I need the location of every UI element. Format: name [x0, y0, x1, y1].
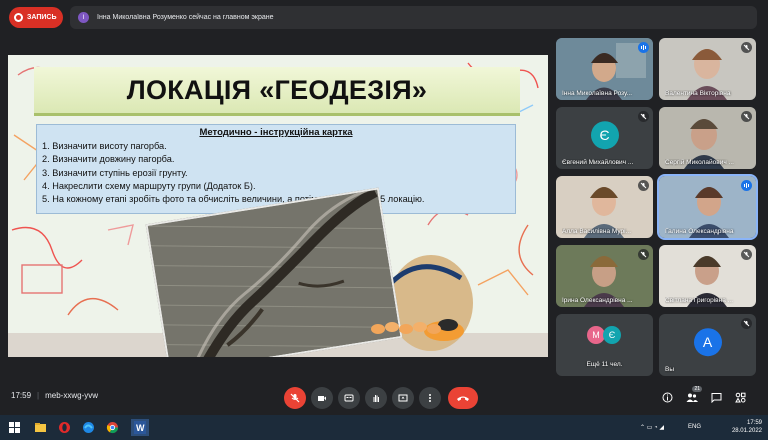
participant-name: Вы — [665, 366, 675, 373]
present-icon — [398, 394, 408, 402]
system-clock[interactable]: 17:59 28.01.2022 — [732, 419, 762, 435]
presenting-notification: І Інна Миколаївна Розуменко сейчас на гл… — [70, 6, 757, 29]
participant-tile[interactable]: Світлана Григорівна ... — [659, 245, 756, 307]
presenter-avatar: І — [78, 12, 89, 23]
mic-off-icon — [741, 318, 752, 329]
mic-off-icon — [638, 111, 649, 122]
speaking-icon — [741, 180, 752, 191]
participant-name: Світлана Григорівна ... — [665, 297, 734, 304]
svg-text:W: W — [136, 423, 145, 433]
participant-tile[interactable]: Сергій Миколайович ... — [659, 107, 756, 169]
participant-avatar: Є — [590, 121, 619, 150]
more-participants-tile[interactable]: М Є Ещё 11 чел. — [556, 314, 653, 376]
camera-icon — [318, 396, 326, 401]
word-icon[interactable]: W — [131, 419, 149, 436]
present-screen-button[interactable] — [392, 387, 414, 409]
speaking-icon — [638, 42, 649, 53]
clock: 17:59 — [11, 391, 32, 400]
hang-up-icon — [457, 396, 469, 401]
participant-name: Сергій Миколайович ... — [665, 159, 734, 166]
hand-icon — [373, 395, 379, 402]
notification-text: Інна Миколаївна Розуменко сейчас на глав… — [97, 14, 274, 21]
participant-name: Інна Миколаївна Розу... — [562, 90, 633, 97]
tray-icons[interactable]: ⌃ ▭ ◔ ◢ — [640, 424, 664, 431]
more-options-button[interactable] — [419, 387, 441, 409]
participant-tile[interactable]: Є Євгений Михайлович ... — [556, 107, 653, 169]
edge-icon[interactable] — [82, 421, 95, 434]
card-item: 3. Визначити ступінь ерозії грунту. — [42, 167, 188, 178]
participant-name: Валентина Вікторівна — [665, 90, 731, 97]
presentation-stage[interactable]: ЛОКАЦІЯ «ГЕОДЕЗІЯ» Методично - інструкці… — [8, 55, 548, 357]
participant-tile[interactable]: Ірина Олександрівна ... — [556, 245, 653, 307]
opera-icon[interactable] — [58, 421, 71, 434]
self-tile[interactable]: A Вы — [659, 314, 756, 376]
self-avatar: A — [693, 328, 722, 357]
mic-off-icon — [638, 249, 649, 260]
people-button[interactable]: 21 — [685, 386, 702, 404]
leave-call-button[interactable] — [448, 387, 478, 409]
language-indicator[interactable]: ENG — [688, 424, 701, 430]
chrome-icon[interactable] — [106, 421, 119, 434]
recording-indicator[interactable]: ЗАПИСЬ — [9, 7, 63, 28]
meeting-info: 17:59 | meb-xxwg-yvw — [11, 391, 98, 400]
mic-toggle-button[interactable] — [284, 387, 306, 409]
people-count-badge: 21 — [692, 386, 702, 392]
participant-avatar: Є — [603, 326, 621, 344]
participant-tile-active[interactable]: Галина Олександрівна — [657, 174, 758, 240]
slide-title: ЛОКАЦІЯ «ГЕОДЕЗІЯ» — [126, 74, 428, 105]
people-icon — [686, 393, 698, 402]
more-participants-label: Ещё 11 чел. — [586, 361, 623, 368]
instruction-card: Методично - інструкційна картка 1. Визна… — [36, 124, 516, 214]
participant-tile[interactable]: Алла Василівна Мурі... — [556, 176, 653, 238]
recording-label: ЗАПИСЬ — [27, 14, 57, 21]
tray-date: 28.01.2022 — [731, 428, 762, 434]
card-title: Методично - інструкційна картка — [199, 127, 353, 138]
meeting-toolbar: 17:59 | meb-xxwg-yvw 21 — [0, 382, 768, 412]
participant-name: Ірина Олександрівна ... — [562, 297, 633, 304]
chat-icon — [711, 392, 721, 403]
chat-button[interactable] — [709, 390, 723, 404]
captions-icon — [344, 394, 354, 402]
eggs-decoration — [371, 322, 441, 334]
participant-name: Галина Олександрівна — [665, 228, 734, 235]
card-item: 4. Накреслити схему маршруту групи (Дода… — [42, 180, 256, 191]
activities-button[interactable] — [733, 390, 747, 404]
camera-toggle-button[interactable] — [311, 387, 333, 409]
meeting-details-button[interactable] — [660, 390, 674, 404]
os-taskbar: W ⌃ ▭ ◔ ◢ ENG 17:59 28.01.2022 — [0, 415, 768, 440]
meet-window: ЗАПИСЬ І Інна Миколаївна Розуменко сейча… — [0, 0, 768, 440]
participant-tile[interactable]: Інна Миколаївна Розу... — [556, 38, 653, 100]
mic-off-icon — [741, 111, 752, 122]
separator: | — [37, 391, 40, 400]
slide-title-banner: ЛОКАЦІЯ «ГЕОДЕЗІЯ» — [34, 67, 520, 116]
mic-off-icon — [741, 249, 752, 260]
participant-name: Євгений Михайлович ... — [562, 159, 634, 166]
info-icon — [662, 392, 672, 402]
more-vert-icon — [429, 394, 431, 402]
activities-icon — [734, 392, 745, 402]
participant-name: Алла Василівна Мурі... — [562, 228, 632, 235]
mic-off-icon — [638, 180, 649, 191]
mic-off-icon — [290, 393, 300, 403]
meeting-code: meb-xxwg-yvw — [45, 391, 99, 400]
mic-off-icon — [741, 42, 752, 53]
card-item: 2. Визначити довжину пагорба. — [42, 154, 175, 165]
tray-time: 17:59 — [746, 420, 762, 426]
windows-start-icon[interactable] — [8, 421, 21, 434]
file-explorer-icon[interactable] — [34, 421, 47, 434]
participant-tile[interactable]: Валентина Вікторівна — [659, 38, 756, 100]
captions-button[interactable] — [338, 387, 360, 409]
record-icon — [14, 13, 23, 22]
card-item: 1. Визначити висоту пагорба. — [42, 141, 167, 151]
raise-hand-button[interactable] — [365, 387, 387, 409]
